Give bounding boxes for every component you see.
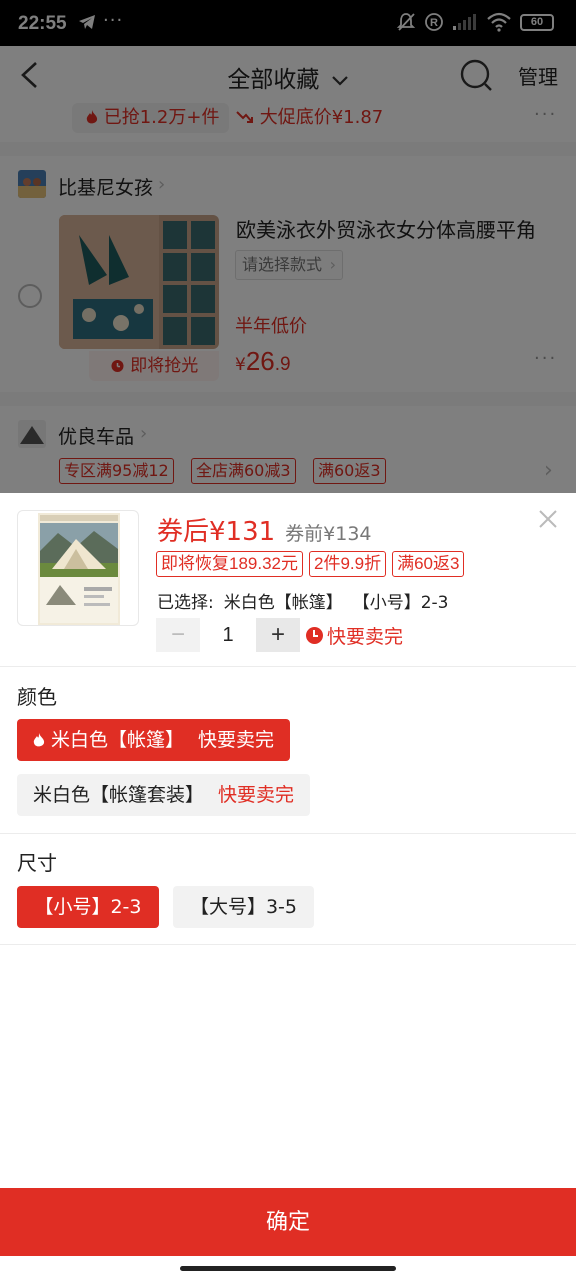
close-icon[interactable] xyxy=(536,507,560,531)
sku-selector-sheet: 券后¥131 券前¥134 即将恢复189.32元 2件9.9折 满60返3 已… xyxy=(0,493,576,1280)
discount-tag: 2件9.9折 xyxy=(309,551,387,577)
confirm-button[interactable]: 确定 xyxy=(0,1188,576,1256)
flame-icon xyxy=(33,732,45,746)
size-option-selected[interactable]: 【小号】2-3 xyxy=(17,886,159,928)
selected-summary: 已选择: 米白色【帐篷】 【小号】2-3 xyxy=(157,593,449,613)
divider xyxy=(0,833,576,834)
price-after-coupon: 券后¥131 xyxy=(157,517,276,547)
home-indicator[interactable] xyxy=(180,1266,396,1271)
color-section-label: 颜色 xyxy=(17,685,57,709)
divider xyxy=(0,666,576,667)
tent-image xyxy=(38,513,120,625)
price-before-coupon: 券前¥134 xyxy=(285,523,372,545)
divider xyxy=(0,944,576,945)
increase-button[interactable]: + xyxy=(256,618,300,652)
size-section-label: 尺寸 xyxy=(17,851,57,875)
product-thumbnail[interactable] xyxy=(17,510,139,626)
stock-warning: 快要卖完 xyxy=(306,622,403,649)
clock-icon xyxy=(306,626,323,644)
discount-tag: 即将恢复189.32元 xyxy=(156,551,303,577)
discount-tags: 即将恢复189.32元 2件9.9折 满60返3 xyxy=(156,551,465,577)
size-option[interactable]: 【大号】3-5 xyxy=(173,886,314,928)
decrease-button[interactable]: − xyxy=(156,618,200,652)
color-option-selected[interactable]: 米白色【帐篷】 快要卖完 xyxy=(17,719,291,761)
quantity-stepper: − 1 + 快要卖完 xyxy=(156,618,403,652)
quantity-value[interactable]: 1 xyxy=(200,624,256,647)
color-option[interactable]: 米白色【帐篷套装】 快要卖完 xyxy=(17,774,311,816)
price-summary: 券后¥131 券前¥134 xyxy=(157,511,372,548)
modal-overlay[interactable] xyxy=(0,0,576,493)
discount-tag: 满60返3 xyxy=(392,551,465,577)
